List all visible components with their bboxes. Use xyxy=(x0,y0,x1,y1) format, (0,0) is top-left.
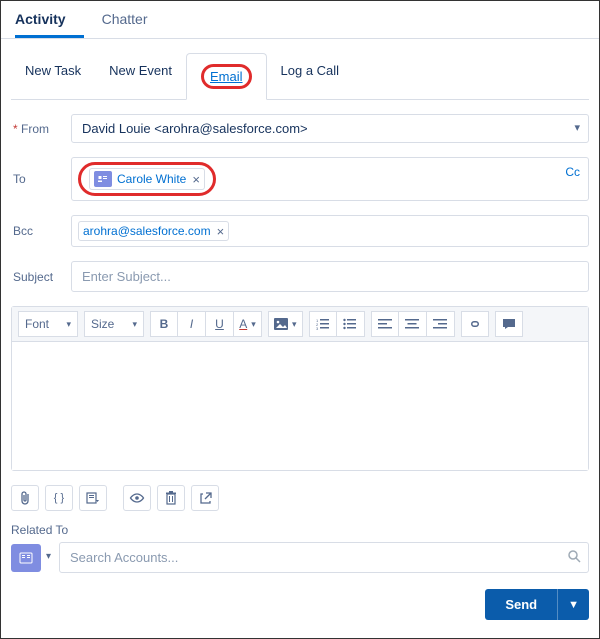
contact-icon xyxy=(94,171,112,187)
popout-button[interactable] xyxy=(191,485,219,511)
align-right-button[interactable] xyxy=(427,311,455,337)
search-icon xyxy=(567,549,581,563)
italic-button[interactable]: I xyxy=(178,311,206,337)
editor-toolbar: Font Size B I U A xyxy=(12,307,588,342)
align-left-button[interactable] xyxy=(371,311,399,337)
bcc-field[interactable]: arohra@salesforce.com × xyxy=(71,215,589,247)
remove-bcc-icon[interactable]: × xyxy=(217,225,225,238)
rich-text-editor: Font Size B I U A xyxy=(11,306,589,471)
to-label: To xyxy=(11,172,71,186)
related-object-picker[interactable] xyxy=(11,544,41,572)
subtab-log-call[interactable]: Log a Call xyxy=(267,53,354,99)
bcc-recipient-pill[interactable]: arohra@salesforce.com × xyxy=(78,221,229,241)
to-field[interactable]: Carole White × Cc xyxy=(71,157,589,201)
text-color-button[interactable]: A xyxy=(234,311,262,337)
remove-recipient-icon[interactable]: × xyxy=(192,173,200,186)
bcc-label: Bcc xyxy=(11,224,71,238)
template-button[interactable] xyxy=(79,485,107,511)
numbered-list-button[interactable]: 123 xyxy=(309,311,337,337)
action-buttons: { } xyxy=(11,485,589,511)
top-tabs: Activity Chatter xyxy=(1,1,599,39)
related-to-label: Related To xyxy=(11,523,589,537)
subtab-new-task[interactable]: New Task xyxy=(11,53,95,99)
merge-field-button[interactable]: { } xyxy=(45,485,73,511)
font-select[interactable]: Font xyxy=(18,311,78,337)
editor-body[interactable] xyxy=(12,342,588,470)
subject-label: Subject xyxy=(11,270,71,284)
attach-button[interactable] xyxy=(11,485,39,511)
chat-button[interactable] xyxy=(495,311,523,337)
cc-link[interactable]: Cc xyxy=(565,165,580,179)
from-label: * From xyxy=(11,122,71,136)
to-recipient-name: Carole White xyxy=(117,172,186,186)
preview-button[interactable] xyxy=(123,485,151,511)
send-button[interactable]: Send xyxy=(485,589,557,620)
delete-button[interactable] xyxy=(157,485,185,511)
tab-chatter[interactable]: Chatter xyxy=(102,1,166,38)
subtab-email[interactable]: Email xyxy=(186,53,267,100)
size-select[interactable]: Size xyxy=(84,311,144,337)
link-button[interactable] xyxy=(461,311,489,337)
subject-input[interactable] xyxy=(71,261,589,292)
svg-text:3: 3 xyxy=(316,326,319,330)
underline-button[interactable]: U xyxy=(206,311,234,337)
align-center-button[interactable] xyxy=(399,311,427,337)
send-dropdown[interactable]: ▼ xyxy=(557,589,589,620)
email-composer-panel: Activity Chatter New Task New Event Emai… xyxy=(0,0,600,639)
to-recipient-pill[interactable]: Carole White × xyxy=(89,168,205,190)
insert-image-button[interactable] xyxy=(268,311,303,337)
bulleted-list-button[interactable] xyxy=(337,311,365,337)
from-select[interactable]: David Louie <arohra@salesforce.com> xyxy=(71,114,589,143)
highlight-ring-to: Carole White × xyxy=(78,162,216,196)
subtab-new-event[interactable]: New Event xyxy=(95,53,186,99)
activity-sub-tabs: New Task New Event Email Log a Call xyxy=(11,53,589,100)
bold-button[interactable]: B xyxy=(150,311,178,337)
email-form: * From David Louie <arohra@salesforce.co… xyxy=(11,100,589,620)
related-to-input[interactable] xyxy=(59,542,589,573)
bcc-recipient-name: arohra@salesforce.com xyxy=(83,224,211,238)
highlight-ring: Email xyxy=(201,64,252,89)
tab-activity[interactable]: Activity xyxy=(15,1,84,38)
